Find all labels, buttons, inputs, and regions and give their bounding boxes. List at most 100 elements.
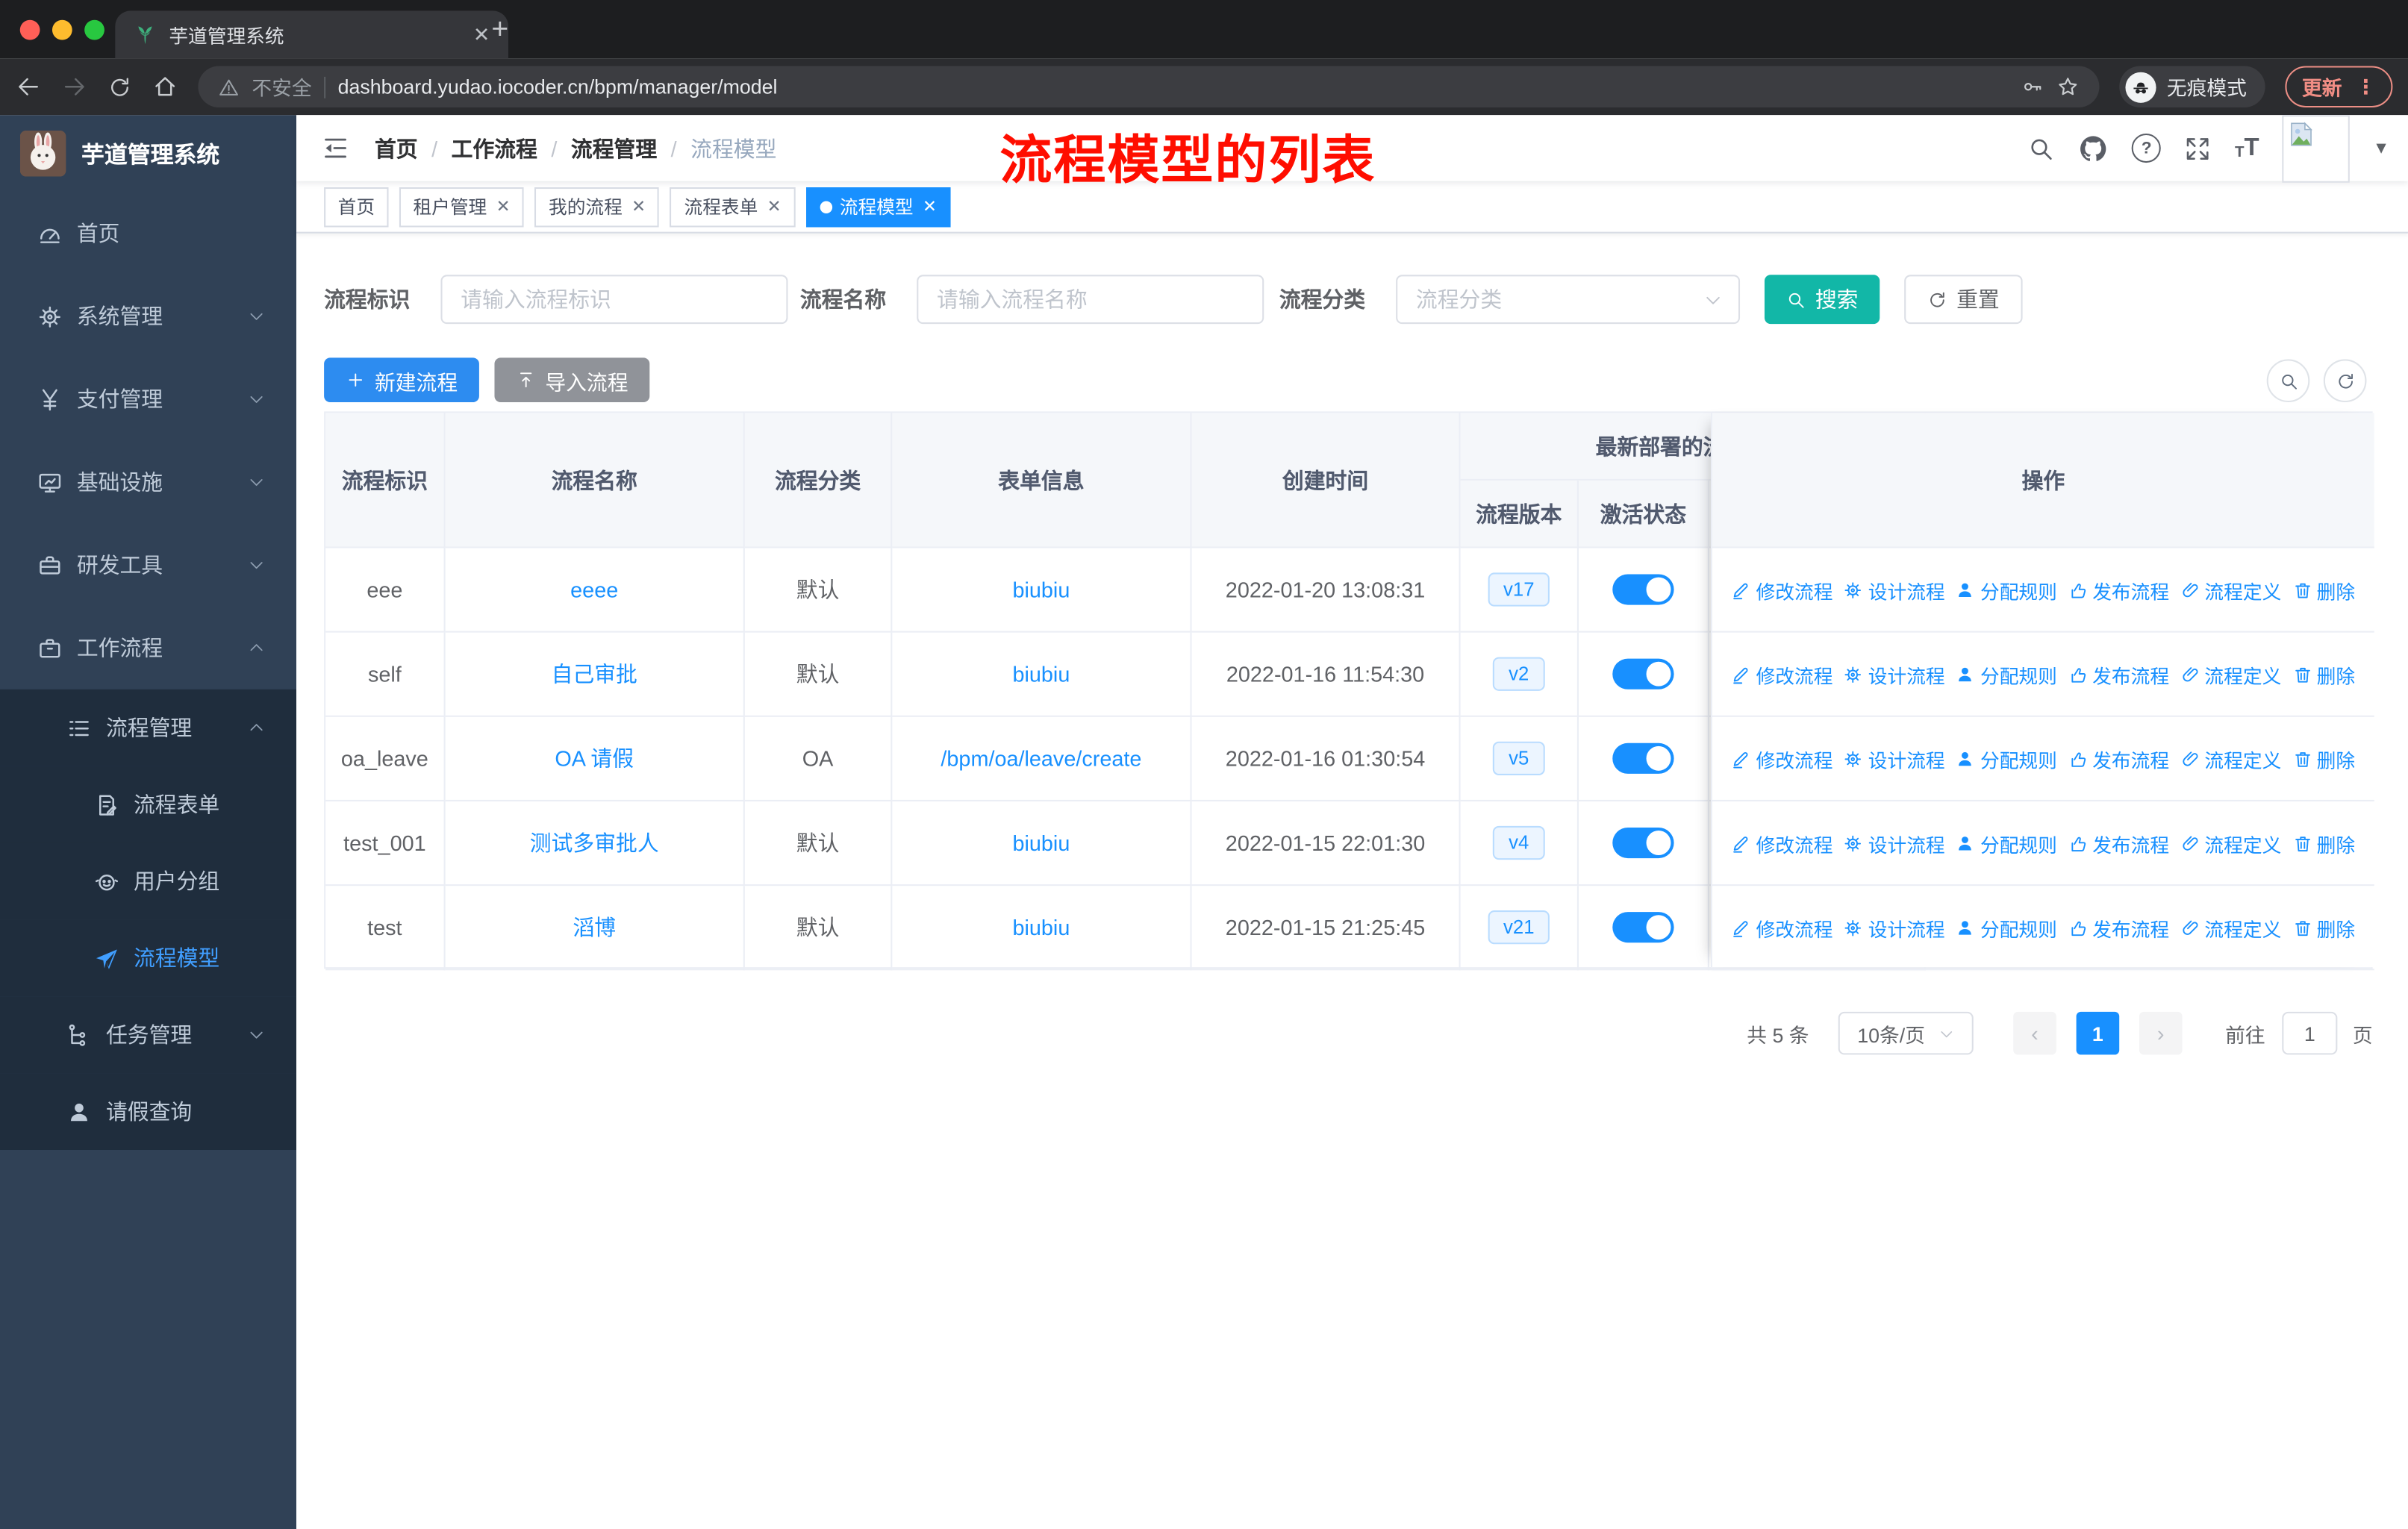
tag-流程模型[interactable]: 流程模型 ✕: [805, 186, 951, 227]
address-bar[interactable]: 不安全 dashboard.yudao.iocoder.cn/bpm/manag…: [198, 66, 2100, 108]
page-size-select[interactable]: 10条/页: [1838, 1011, 1974, 1055]
show-search-toggle-button[interactable]: [2266, 359, 2310, 403]
sidebar-item-工作流程[interactable]: 工作流程: [0, 607, 296, 690]
tag-close-icon[interactable]: ✕: [496, 196, 511, 216]
cell-form-link[interactable]: biubiu: [1012, 915, 1070, 939]
goto-page-input[interactable]: [2282, 1011, 2338, 1055]
sidebar-item-首页[interactable]: 首页: [0, 192, 296, 275]
cell-process-name-link[interactable]: 测试多审批人: [530, 828, 659, 858]
tab-close-icon[interactable]: ✕: [473, 22, 490, 47]
process-name-input[interactable]: [917, 275, 1264, 325]
action-设计流程[interactable]: 设计流程: [1844, 828, 1945, 857]
reload-icon[interactable]: [107, 75, 132, 99]
sidebar-item-任务管理[interactable]: 任务管理: [0, 996, 297, 1074]
cell-process-name-link[interactable]: OA 请假: [555, 743, 634, 774]
tag-close-icon[interactable]: ✕: [923, 196, 937, 216]
import-process-button[interactable]: 导入流程: [494, 357, 650, 403]
action-发布流程[interactable]: 发布流程: [2068, 660, 2169, 689]
action-发布流程[interactable]: 发布流程: [2068, 575, 2169, 604]
action-发布流程[interactable]: 发布流程: [2068, 828, 2169, 857]
new-tab-button[interactable]: +: [491, 14, 508, 48]
action-流程定义[interactable]: 流程定义: [2180, 828, 2281, 857]
fullscreen-icon[interactable]: [2184, 134, 2212, 162]
sidebar-item-流程表单[interactable]: 流程表单: [0, 766, 297, 843]
active-toggle[interactable]: [1612, 912, 1674, 943]
key-icon[interactable]: [2021, 75, 2044, 99]
refresh-table-button[interactable]: [2323, 359, 2367, 403]
breadcrumb-home[interactable]: 首页: [375, 133, 418, 163]
action-分配规则[interactable]: 分配规则: [1956, 575, 2057, 604]
tag-close-icon[interactable]: ✕: [631, 196, 646, 216]
cell-form-link[interactable]: /bpm/oa/leave/create: [941, 746, 1141, 771]
cell-process-name-link[interactable]: 滔博: [573, 912, 616, 942]
active-toggle[interactable]: [1612, 658, 1674, 690]
action-发布流程[interactable]: 发布流程: [2068, 744, 2169, 773]
tag-我的流程[interactable]: 我的流程 ✕: [534, 186, 660, 227]
action-分配规则[interactable]: 分配规则: [1956, 828, 2057, 857]
active-toggle[interactable]: [1612, 742, 1674, 774]
breadcrumb-process-manage[interactable]: 流程管理: [571, 133, 657, 163]
cell-form-link[interactable]: biubiu: [1012, 831, 1070, 855]
avatar-caret-down-icon[interactable]: ▼: [2373, 139, 2389, 157]
github-icon[interactable]: [2078, 133, 2109, 163]
browser-tab[interactable]: 芋道管理系统 ✕: [115, 10, 508, 59]
browser-menu-icon[interactable]: ⋮: [2356, 75, 2376, 99]
tag-首页[interactable]: 首页: [324, 186, 389, 227]
action-修改流程[interactable]: 修改流程: [1732, 828, 1832, 857]
active-toggle[interactable]: [1612, 574, 1674, 605]
sidebar-item-研发工具[interactable]: 研发工具: [0, 524, 296, 607]
cell-form-link[interactable]: biubiu: [1012, 662, 1070, 687]
zoom-window-button[interactable]: [84, 19, 105, 40]
tag-close-icon[interactable]: ✕: [767, 196, 782, 216]
action-设计流程[interactable]: 设计流程: [1844, 913, 1945, 942]
cell-process-name-link[interactable]: 自己审批: [552, 659, 637, 690]
action-设计流程[interactable]: 设计流程: [1844, 660, 1945, 689]
create-process-button[interactable]: 新建流程: [324, 357, 479, 403]
action-修改流程[interactable]: 修改流程: [1732, 575, 1832, 604]
search-button[interactable]: 搜索: [1764, 275, 1880, 325]
bookmark-star-icon[interactable]: [2056, 75, 2080, 99]
reset-button[interactable]: 重置: [1904, 275, 2023, 325]
action-流程定义[interactable]: 流程定义: [2180, 660, 2281, 689]
action-设计流程[interactable]: 设计流程: [1844, 575, 1945, 604]
prev-page-button[interactable]: ‹: [2013, 1011, 2056, 1055]
action-删除[interactable]: 删除: [2292, 744, 2355, 773]
action-发布流程[interactable]: 发布流程: [2068, 913, 2169, 942]
action-分配规则[interactable]: 分配规则: [1956, 913, 2057, 942]
action-分配规则[interactable]: 分配规则: [1956, 660, 2057, 689]
close-window-button[interactable]: [19, 19, 40, 40]
action-删除[interactable]: 删除: [2292, 660, 2355, 689]
action-流程定义[interactable]: 流程定义: [2180, 913, 2281, 942]
active-toggle[interactable]: [1612, 827, 1674, 859]
security-label[interactable]: 不安全: [252, 72, 311, 101]
action-分配规则[interactable]: 分配规则: [1956, 744, 2057, 773]
sidebar-item-基础设施[interactable]: 基础设施: [0, 440, 296, 523]
forward-icon[interactable]: [61, 74, 87, 100]
cell-form-link[interactable]: biubiu: [1012, 578, 1070, 602]
sidebar-item-流程模型[interactable]: 流程模型: [0, 919, 297, 997]
action-流程定义[interactable]: 流程定义: [2180, 575, 2281, 604]
sidebar-item-系统管理[interactable]: 系统管理: [0, 275, 296, 357]
tag-租户管理[interactable]: 租户管理 ✕: [399, 186, 525, 227]
minimize-window-button[interactable]: [52, 19, 72, 40]
update-label[interactable]: 更新: [2302, 72, 2342, 101]
action-删除[interactable]: 删除: [2292, 828, 2355, 857]
sidebar-item-用户分组[interactable]: 用户分组: [0, 842, 297, 920]
current-page-button[interactable]: 1: [2076, 1011, 2120, 1055]
tag-流程表单[interactable]: 流程表单 ✕: [670, 186, 796, 227]
home-icon[interactable]: [152, 74, 178, 100]
sidebar-item-请假查询[interactable]: 请假查询: [0, 1073, 297, 1150]
action-流程定义[interactable]: 流程定义: [2180, 744, 2281, 773]
cell-process-name-link[interactable]: eeee: [570, 578, 618, 602]
sidebar-item-支付管理[interactable]: 支付管理: [0, 357, 296, 440]
action-修改流程[interactable]: 修改流程: [1732, 660, 1832, 689]
page-url[interactable]: dashboard.yudao.iocoder.cn/bpm/manager/m…: [338, 75, 2009, 99]
action-修改流程[interactable]: 修改流程: [1732, 744, 1832, 773]
sidebar-fold-icon[interactable]: [321, 134, 350, 163]
font-size-icon[interactable]: TT: [2235, 135, 2259, 160]
search-icon[interactable]: [2027, 134, 2055, 162]
breadcrumb-workflow[interactable]: 工作流程: [452, 133, 537, 163]
chrome-update-button[interactable]: 更新 ⋮: [2285, 66, 2393, 108]
process-id-input[interactable]: [440, 275, 788, 325]
action-删除[interactable]: 删除: [2292, 575, 2355, 604]
